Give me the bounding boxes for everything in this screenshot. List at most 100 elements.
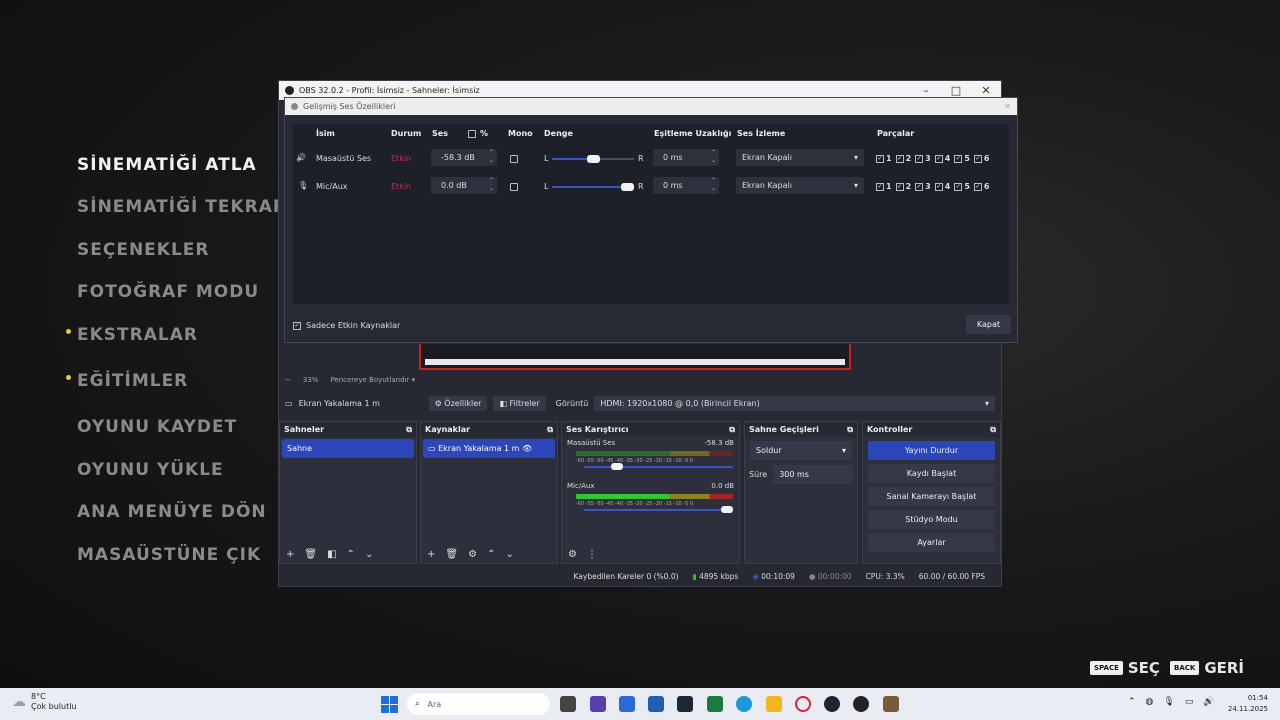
explorer-icon[interactable] bbox=[766, 696, 782, 712]
weather-widget[interactable]: ☁ 8°C Çok bulutlu bbox=[12, 692, 77, 712]
obs-taskbar-icon[interactable] bbox=[853, 696, 869, 712]
undock-icon[interactable]: ⧉ bbox=[990, 425, 996, 435]
properties-button[interactable]: ⚙ Özellikler bbox=[428, 395, 488, 411]
volume-knob[interactable] bbox=[721, 506, 733, 513]
close-button[interactable]: Kapat bbox=[965, 315, 1011, 334]
maximize-icon[interactable]: □ bbox=[941, 84, 971, 97]
edge-icon[interactable] bbox=[736, 696, 752, 712]
volume-knob[interactable] bbox=[610, 463, 623, 470]
zoom-mode-select[interactable]: Pencereye Boyutlandır ▾ bbox=[330, 376, 415, 384]
gear-icon[interactable]: ⚙ bbox=[468, 549, 477, 560]
speaker-icon: 🔊 bbox=[296, 153, 306, 162]
balance-slider[interactable] bbox=[552, 183, 634, 191]
menu-main-menu[interactable]: ANA MENÜYE DÖN bbox=[77, 502, 267, 522]
stream-time: ◉ 00:10:09 bbox=[752, 571, 795, 581]
menu-save-game[interactable]: OYUNU KAYDET bbox=[77, 417, 237, 437]
menu-tutorials[interactable]: EĞİTİMLER bbox=[66, 371, 188, 391]
trash-icon[interactable]: 🗑 bbox=[445, 549, 458, 560]
start-recording-button[interactable]: Kaydı Başlat bbox=[868, 464, 995, 483]
tracks-checkboxes[interactable]: ✓ 1 ✓ 2 ✓ 3 ✓ 4 ✓ 5 ✓ 6 bbox=[876, 154, 989, 163]
xbox-icon[interactable] bbox=[707, 696, 723, 712]
active-only-option[interactable]: ✓ Sadece Etkin Kaynaklar bbox=[293, 321, 400, 330]
preview-taskbar bbox=[425, 359, 845, 365]
display-select[interactable]: HDMI: 1920x1080 @ 0,0 (Birincil Ekran) ▾ bbox=[594, 395, 995, 411]
close-icon[interactable]: ✕ bbox=[1004, 102, 1011, 111]
mono-checkbox[interactable] bbox=[510, 155, 518, 163]
menu-photo-mode[interactable]: FOTOĞRAF MODU bbox=[77, 282, 259, 302]
mixer-channel-desktop: Masaüstü Ses -58.3 dB bbox=[567, 439, 734, 447]
monitoring-select[interactable]: Ekran Kapalı ▾ bbox=[736, 149, 864, 166]
settings-button[interactable]: Ayarlar bbox=[868, 533, 995, 552]
start-button[interactable] bbox=[381, 696, 398, 713]
source-item[interactable]: ▭ Ekran Yakalama 1 m 👁 bbox=[423, 439, 555, 458]
mono-checkbox[interactable] bbox=[510, 183, 518, 191]
steam-icon[interactable] bbox=[677, 696, 693, 712]
add-icon[interactable]: + bbox=[427, 549, 435, 560]
active-only-label: Sadece Etkin Kaynaklar bbox=[306, 321, 401, 330]
close-icon[interactable]: ✕ bbox=[971, 84, 1001, 97]
volume-meter bbox=[576, 451, 733, 456]
game-taskbar-icon[interactable] bbox=[883, 696, 899, 712]
move-down-icon[interactable]: ⌄ bbox=[365, 549, 373, 560]
duration-label: Süre bbox=[749, 470, 768, 479]
volume-spinbox[interactable]: -58.3 dB ⌃ ⌄ bbox=[431, 149, 497, 166]
preview-canvas[interactable] bbox=[419, 344, 851, 370]
zoom-out-icon[interactable]: − bbox=[285, 376, 291, 384]
move-down-icon[interactable]: ⌄ bbox=[505, 549, 513, 560]
scene-item[interactable]: Sahne bbox=[282, 439, 414, 458]
duration-input[interactable]: 300 ms bbox=[773, 465, 853, 484]
volume-slider[interactable] bbox=[584, 506, 733, 513]
move-up-icon[interactable]: ⌃ bbox=[487, 549, 495, 560]
col-balance: Denge bbox=[544, 129, 573, 138]
undock-icon[interactable]: ⧉ bbox=[406, 425, 412, 435]
undock-icon[interactable]: ⧉ bbox=[847, 425, 853, 435]
tracks-checkboxes[interactable]: ✓ 1 ✓ 2 ✓ 3 ✓ 4 ✓ 5 ✓ 6 bbox=[876, 182, 989, 191]
start-virtual-camera-button[interactable]: Sanal Kamerayı Başlat bbox=[868, 487, 995, 506]
app-icon[interactable] bbox=[590, 696, 606, 712]
store-icon[interactable] bbox=[619, 696, 635, 712]
volume-spinbox[interactable]: 0.0 dB ⌃ ⌄ bbox=[431, 177, 497, 194]
trash-icon[interactable]: 🗑 bbox=[304, 549, 317, 560]
percent-checkbox[interactable] bbox=[468, 130, 476, 138]
mixer-settings-icon[interactable]: ⚙ bbox=[568, 549, 577, 560]
taskbar-search[interactable]: ⌕ Ara bbox=[407, 693, 550, 715]
menu-quit-desktop[interactable]: MASAÜSTÜNE ÇIK bbox=[77, 545, 261, 565]
source-toolbar: ▭ Ekran Yakalama 1 m ⚙ Özellikler ◧ Filt… bbox=[279, 393, 1001, 413]
signal-icon: ▮ bbox=[692, 571, 697, 581]
monitoring-select[interactable]: Ekran Kapalı ▾ bbox=[736, 177, 864, 194]
move-up-icon[interactable]: ⌃ bbox=[347, 549, 355, 560]
status-bar: Kaybedilen Kareler 0 (%0.0) ▮ 4895 kbps … bbox=[279, 566, 1001, 586]
menu-options[interactable]: SEÇENEKLER bbox=[77, 240, 210, 260]
stop-streaming-button[interactable]: Yayını Durdur bbox=[868, 441, 995, 460]
minimize-icon[interactable]: – bbox=[911, 84, 941, 97]
more-menu-icon[interactable]: ⋮ bbox=[587, 549, 597, 560]
undock-icon[interactable]: ⧉ bbox=[547, 425, 553, 435]
outlook-icon[interactable] bbox=[648, 696, 664, 712]
transition-select[interactable]: Soldur ▾ bbox=[750, 441, 852, 460]
studio-mode-button[interactable]: Stüdyo Modu bbox=[868, 510, 995, 529]
menu-skip-cinematic[interactable]: SİNEMATİĞİ ATLA bbox=[77, 155, 257, 175]
balance-knob[interactable] bbox=[587, 155, 600, 163]
source-name: Mic/Aux bbox=[316, 182, 348, 191]
record-time: ● 00:00:00 bbox=[808, 571, 852, 581]
balance-slider[interactable] bbox=[552, 155, 634, 163]
back-hint-label: GERİ bbox=[1204, 659, 1245, 677]
steam-client-icon[interactable] bbox=[824, 696, 840, 712]
add-icon[interactable]: + bbox=[286, 549, 294, 560]
task-view-icon[interactable] bbox=[560, 696, 576, 712]
chevron-up-icon: ⌃ bbox=[1128, 697, 1136, 707]
filters-button[interactable]: ◧ Filtreler bbox=[493, 395, 546, 411]
balance-knob[interactable] bbox=[621, 183, 634, 191]
filter-icon[interactable]: ◧ bbox=[327, 549, 336, 560]
microphone-icon: 🎙 bbox=[298, 181, 309, 190]
sync-offset-spinbox[interactable]: 0 ms ⌃ ⌄ bbox=[653, 177, 719, 194]
opera-icon[interactable] bbox=[795, 696, 811, 712]
system-tray[interactable]: ⌃ ◍ 🎙 ▭ 🔊 bbox=[1128, 697, 1215, 707]
menu-load-game[interactable]: OYUNU YÜKLE bbox=[77, 460, 224, 480]
clock[interactable]: 01:54 24.11.2025 bbox=[1228, 693, 1268, 715]
active-only-checkbox[interactable]: ✓ bbox=[293, 321, 301, 330]
volume-slider[interactable] bbox=[584, 463, 733, 470]
menu-extras[interactable]: EKSTRALAR bbox=[66, 325, 198, 345]
sync-offset-spinbox[interactable]: 0 ms ⌃ ⌄ bbox=[653, 149, 719, 166]
undock-icon[interactable]: ⧉ bbox=[729, 425, 735, 435]
